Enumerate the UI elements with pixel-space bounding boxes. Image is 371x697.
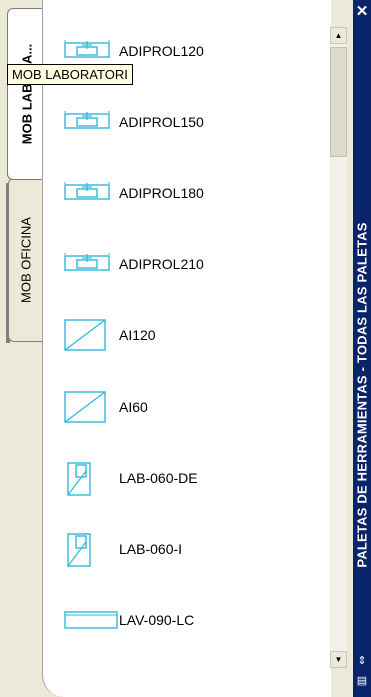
- palette-item-label: AI120: [119, 327, 156, 343]
- palette-item-label: ADIPROL120: [119, 43, 204, 59]
- scroll-up-button[interactable]: ▲: [330, 27, 347, 44]
- palette-item[interactable]: LAV-090-LC: [62, 601, 322, 641]
- palette-item[interactable]: LAB-060-I: [62, 530, 322, 570]
- palette-item-label: LAB-060-DE: [119, 470, 198, 486]
- palette-item[interactable]: LAB-060-DE: [62, 459, 322, 499]
- palette-item-label: ADIPROL210: [119, 256, 204, 272]
- palette-item[interactable]: AI120: [62, 316, 322, 356]
- palette-item-label: LAB-060-I: [119, 541, 183, 557]
- tab-mob-laboratori[interactable]: MOB LABORA...: [7, 8, 46, 180]
- auto-hide-icon[interactable]: ⇕: [355, 654, 369, 668]
- palette-item-label: ADIPROL150: [119, 114, 204, 130]
- title-bar[interactable]: ✕ PALETAS DE HERRAMIENTAS - TODAS LAS PA…: [353, 0, 371, 697]
- close-icon[interactable]: ✕: [353, 4, 371, 20]
- window-title: PALETAS DE HERRAMIENTAS - TODAS LAS PALE…: [354, 222, 370, 568]
- palette-item-label: AI60: [119, 399, 148, 415]
- vertical-scrollbar[interactable]: ▲ ▼: [330, 27, 347, 668]
- tab-label: MOB LABORA...: [19, 43, 35, 145]
- palette-item[interactable]: ADIPROL210: [62, 245, 322, 285]
- scroll-thumb[interactable]: [330, 47, 347, 157]
- tab-mob-oficina[interactable]: MOB OFICINA: [8, 178, 43, 342]
- tab-label: MOB OFICINA: [18, 217, 34, 303]
- scroll-down-button[interactable]: ▼: [330, 651, 347, 668]
- palette-item[interactable]: ADIPROL180: [62, 174, 322, 214]
- properties-menu-icon[interactable]: ▤: [355, 674, 369, 688]
- tab-tooltip: MOB LABORATORI: [7, 64, 133, 85]
- palette-item-label: ADIPROL180: [119, 185, 204, 201]
- palette-item[interactable]: ADIPROL150: [62, 103, 322, 143]
- palette-item-label: LAV-090-LC: [119, 612, 195, 628]
- palette-item[interactable]: AI60: [62, 388, 322, 428]
